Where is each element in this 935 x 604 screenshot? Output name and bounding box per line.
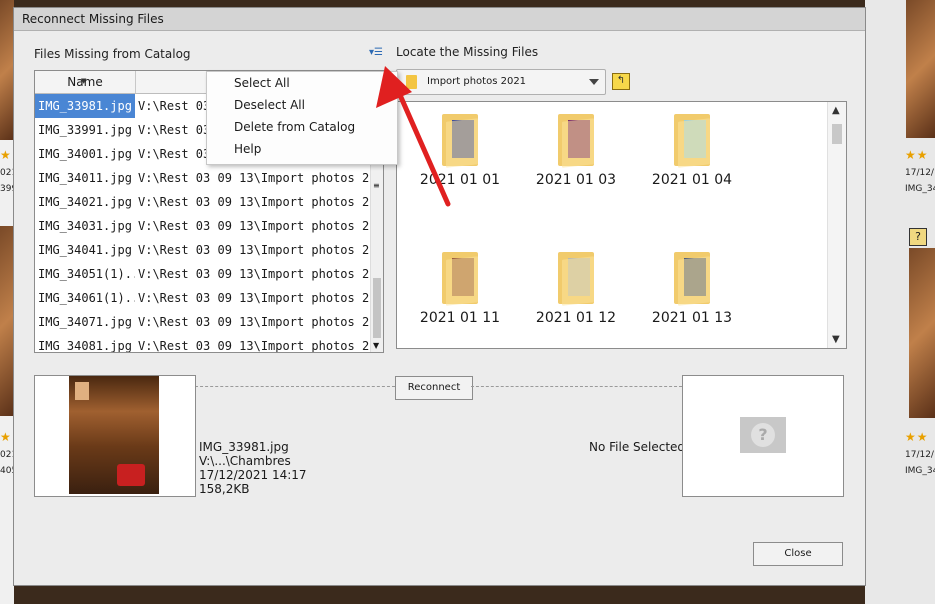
file-row-path: V:\Rest 03 09 13\Import photos 2021\... bbox=[138, 339, 383, 353]
folder-label: 2021 01 11 bbox=[419, 310, 501, 326]
folder-label: 2021 01 01 bbox=[419, 172, 501, 188]
folder-item[interactable]: 2021 01 13 bbox=[642, 252, 742, 326]
chevron-down-icon bbox=[589, 79, 599, 85]
rating-stars: ★★ bbox=[905, 148, 929, 162]
folder-icon bbox=[672, 252, 712, 306]
file-row-path: V:\Rest 03 09 13\Import photos 2021\... bbox=[138, 315, 383, 329]
close-button[interactable]: Close bbox=[753, 542, 843, 566]
missing-file-icon: ? bbox=[909, 228, 927, 246]
file-row-path: V:\Rest 03 09 13\Import photos 2021\... bbox=[138, 219, 383, 233]
folder-label: 2021 01 03 bbox=[535, 172, 617, 188]
file-row-name: IMG_34081.jpg bbox=[38, 339, 132, 353]
scroll-grip-icon: ≡ bbox=[373, 181, 380, 190]
file-size: 158,2KB bbox=[199, 482, 250, 496]
file-row[interactable]: IMG_34051(1)...V:\Rest 03 09 13\Import p… bbox=[35, 262, 383, 286]
background-date: 17/12/ bbox=[905, 168, 934, 178]
name-column-header[interactable]: ▼ Name bbox=[35, 71, 136, 93]
dialog-title: Reconnect Missing Files bbox=[14, 8, 865, 31]
file-row[interactable]: IMG_34071.jpg V:\Rest 03 09 13\Import pho… bbox=[35, 310, 383, 334]
divider-left bbox=[195, 386, 395, 387]
background-thumbnail bbox=[0, 226, 14, 416]
file-info: IMG_33981.jpg V:\...\Chambres 17/12/2021… bbox=[199, 440, 307, 496]
scroll-up-icon[interactable]: ▲ bbox=[832, 105, 840, 116]
locate-files-label: Locate the Missing Files bbox=[396, 45, 539, 59]
file-row-path: V:\Rest 03 09 13\Import photos 2021\... bbox=[138, 291, 383, 305]
file-row-name: IMG_34011.jpg bbox=[38, 171, 132, 185]
folder-icon bbox=[672, 114, 712, 168]
placeholder-image-icon: ? bbox=[740, 417, 786, 453]
file-row-name: IMG_34041.jpg bbox=[38, 243, 132, 257]
file-row-name: IMG_34061(1)... bbox=[38, 291, 135, 305]
file-row-name: IMG_33981.jpg bbox=[35, 94, 135, 118]
rating-stars: ★ bbox=[0, 148, 12, 162]
context-menu-item[interactable]: Delete from Catalog bbox=[207, 116, 397, 138]
missing-files-label: Files Missing from Catalog bbox=[34, 47, 191, 61]
list-context-menu: Select All Deselect All Delete from Catalo… bbox=[206, 71, 398, 165]
location-dropdown[interactable]: Import photos 2021 bbox=[396, 69, 606, 95]
file-row[interactable]: IMG_34021.jpg V:\Rest 03 09 13\Import pho… bbox=[35, 190, 383, 214]
folder-icon bbox=[440, 252, 480, 306]
reconnect-button[interactable]: Reconnect bbox=[395, 376, 473, 400]
context-menu-item[interactable]: Help bbox=[207, 138, 397, 160]
file-row-name: IMG_34071.jpg bbox=[38, 315, 132, 329]
folder-icon bbox=[406, 75, 417, 89]
rating-stars: ★ bbox=[0, 430, 12, 444]
file-name: IMG_33981.jpg bbox=[199, 440, 289, 454]
file-row[interactable]: IMG_34011.jpg V:\Rest 03 09 13\Import pho… bbox=[35, 166, 383, 190]
background-thumbnail bbox=[0, 0, 14, 140]
file-row[interactable]: IMG_34031.jpg V:\Rest 03 09 13\Import pho… bbox=[35, 214, 383, 238]
folder-label: 2021 01 04 bbox=[651, 172, 733, 188]
file-row-path: V:\Rest 03 09 13\Import photos 2021\... bbox=[138, 267, 383, 281]
list-scrollbar-thumb[interactable] bbox=[373, 278, 381, 338]
folder-label: 2021 01 13 bbox=[651, 310, 733, 326]
file-row-name: IMG_33991.jpg bbox=[38, 123, 132, 137]
rating-stars: ★★ bbox=[905, 430, 929, 444]
file-row[interactable]: IMG_34081.jpg V:\Rest 03 09 13\Import pho… bbox=[35, 334, 383, 353]
folder-icon bbox=[556, 114, 596, 168]
file-row-path: V:\Rest 03 09 13\Import photos 2021\... bbox=[138, 243, 383, 257]
folder-item[interactable]: 2021 01 04 bbox=[642, 114, 742, 188]
file-row[interactable]: IMG_34061(1)...V:\Rest 03 09 13\Import p… bbox=[35, 286, 383, 310]
context-menu-item[interactable]: Select All bbox=[207, 72, 397, 94]
context-menu-item[interactable]: Deselect All bbox=[207, 94, 397, 116]
file-row-name: IMG_34021.jpg bbox=[38, 195, 132, 209]
file-row-name: IMG_34001.jpg bbox=[38, 147, 132, 161]
divider-right bbox=[471, 386, 682, 387]
scroll-down-icon[interactable]: ▼ bbox=[832, 334, 840, 345]
reconnect-dialog: Reconnect Missing Files Files Missing fr… bbox=[13, 7, 866, 586]
browser-scrollbar-thumb[interactable] bbox=[832, 124, 842, 144]
folder-item[interactable]: 2021 01 11 bbox=[410, 252, 510, 326]
file-row-name: IMG_34031.jpg bbox=[38, 219, 132, 233]
background-date: 17/12/ bbox=[905, 450, 934, 460]
location-value: Import photos 2021 bbox=[427, 76, 527, 87]
background-file: IMG_34 bbox=[905, 466, 935, 476]
folder-label: 2021 01 12 bbox=[535, 310, 617, 326]
file-row-path: V:\Rest 03 09 13\Import photos 2021\... bbox=[138, 195, 383, 209]
folder-icon bbox=[556, 252, 596, 306]
file-row-name: IMG_34051(1)... bbox=[38, 267, 135, 281]
folder-item[interactable]: 2021 01 12 bbox=[526, 252, 626, 326]
folder-icon bbox=[440, 114, 480, 168]
file-date: 17/12/2021 14:17 bbox=[199, 468, 307, 482]
room-photo bbox=[69, 376, 159, 494]
file-path: V:\...\Chambres bbox=[199, 454, 291, 468]
file-row[interactable]: IMG_34041.jpg V:\Rest 03 09 13\Import pho… bbox=[35, 238, 383, 262]
missing-file-preview bbox=[34, 375, 196, 497]
sort-arrow-icon: ▼ bbox=[81, 77, 87, 85]
folder-item[interactable]: 2021 01 03 bbox=[526, 114, 626, 188]
background-thumbnail bbox=[906, 0, 935, 138]
folder-browser[interactable]: 2021 01 01 2021 01 03 2021 01 04 2021 01 11… bbox=[396, 101, 847, 349]
background-thumbnail bbox=[909, 248, 935, 418]
background-file: IMG_34 bbox=[905, 184, 935, 194]
file-row-path: V:\Rest 03 09 13\Import photos 2021\... bbox=[138, 171, 383, 185]
target-file-preview: ? bbox=[682, 375, 844, 497]
scroll-down-icon[interactable]: ▼ bbox=[373, 341, 379, 350]
up-folder-button[interactable]: ↰ bbox=[612, 73, 630, 90]
folder-item[interactable]: 2021 01 01 bbox=[410, 114, 510, 188]
no-file-selected-label: No File Selected bbox=[589, 440, 686, 454]
browser-scrollbar[interactable]: ▲ ▼ bbox=[827, 102, 846, 348]
list-menu-button[interactable]: ▾☰ bbox=[369, 47, 383, 58]
